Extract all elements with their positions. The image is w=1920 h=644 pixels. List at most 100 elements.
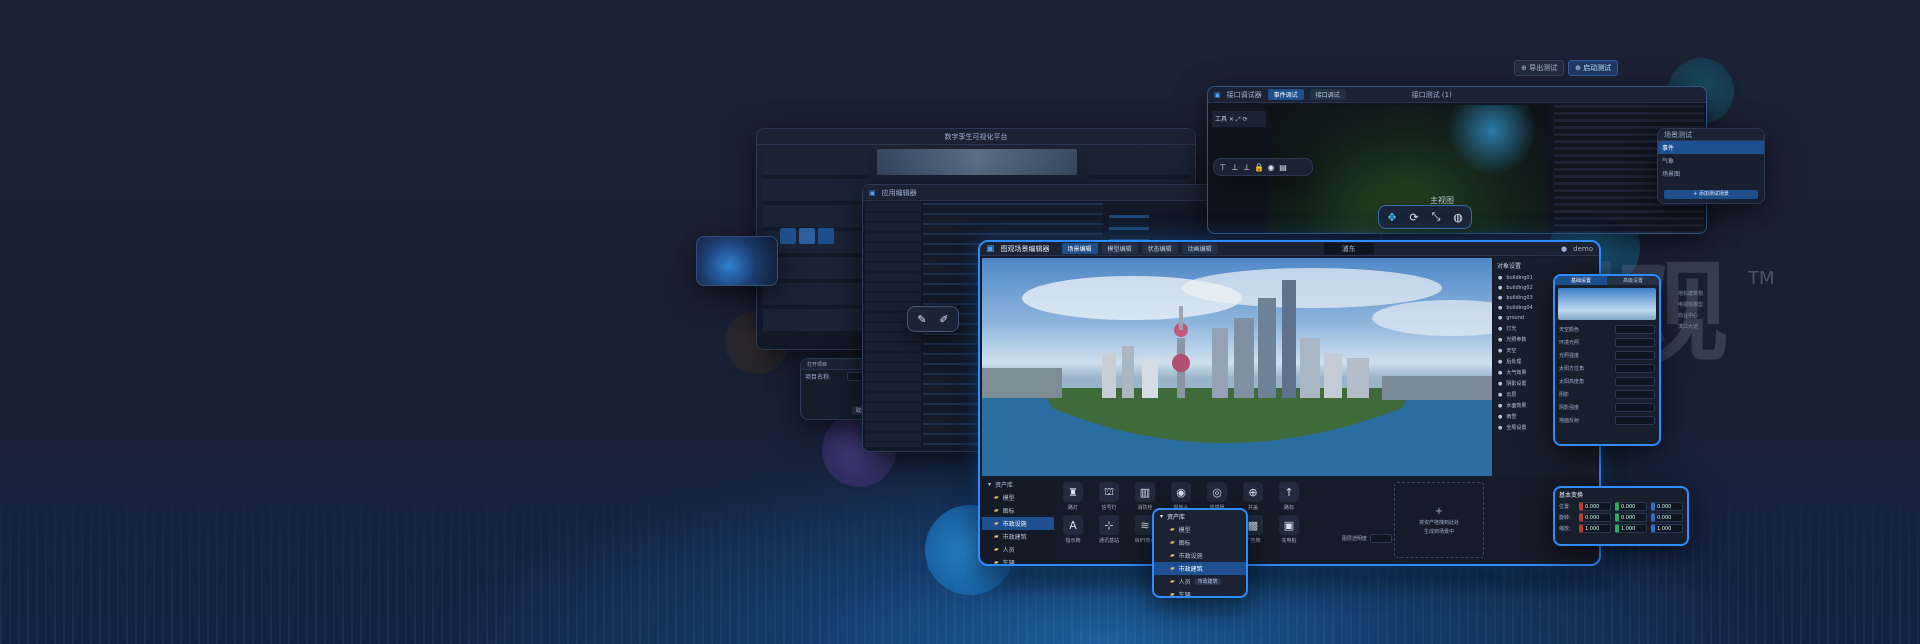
property-row: 阴影强度 xyxy=(1555,401,1659,414)
start-test-button[interactable]: ⊕ 启动测试 xyxy=(1568,60,1619,76)
main-tab[interactable]: 模型编辑 xyxy=(1101,243,1138,254)
object-dot-icon: ● xyxy=(1498,315,1503,321)
transform-y-field[interactable]: 1.000 xyxy=(1615,524,1647,533)
asset-tree-item[interactable]: ▰ 模型 xyxy=(982,491,1054,504)
test-scene-item[interactable]: 事件 xyxy=(1658,141,1764,154)
popup-tree-item[interactable]: ▰ 车辆 xyxy=(1154,588,1246,596)
transform-row: 旋转: 0.000 0.000 0.000 xyxy=(1555,512,1687,523)
lock-icon[interactable]: 🔒 xyxy=(1254,162,1264,172)
transform-y-field[interactable]: 0.000 xyxy=(1615,513,1647,522)
pen-icon[interactable]: ✐ xyxy=(935,310,953,328)
props-list-item[interactable]: 电视塔模型 xyxy=(1678,299,1748,310)
user-name[interactable]: demo xyxy=(1573,245,1593,253)
transform-label: 旋转: xyxy=(1559,515,1571,521)
test-scene-item[interactable]: 场景图 xyxy=(1658,167,1764,180)
mini-tool-1[interactable] xyxy=(780,228,796,244)
asset-item[interactable]: ▣ 充电桩 xyxy=(1274,515,1304,544)
tower-2 xyxy=(1282,280,1296,398)
move-icon[interactable]: ✥ xyxy=(1383,208,1401,226)
add-test-scene-button[interactable]: + 添加测试场景 xyxy=(1664,190,1758,199)
export-test-button[interactable]: ⊕ 导出测试 xyxy=(1514,60,1565,76)
property-row: 地面反射 xyxy=(1555,414,1659,427)
asset-item[interactable]: ⊕ 井盖 xyxy=(1238,482,1268,511)
property-field[interactable] xyxy=(1615,364,1655,373)
scale-icon[interactable]: ⤡ xyxy=(1427,208,1445,226)
popup-tree-item[interactable]: ▰ 图标 xyxy=(1154,536,1246,549)
transform-label: 位置: xyxy=(1559,504,1571,510)
asset-item[interactable]: A 指示牌 xyxy=(1058,515,1088,544)
asset-tree-item[interactable]: ▰ 人员 xyxy=(982,543,1054,556)
mini-tool-2[interactable] xyxy=(799,228,815,244)
test-scene-item[interactable]: 气象 xyxy=(1658,154,1764,167)
property-field[interactable] xyxy=(1615,390,1655,399)
asset-item[interactable]: ◉摄像头 xyxy=(1166,482,1196,511)
dashboard-title: 数字孪生可视化平台 xyxy=(944,132,1008,141)
align-top-icon[interactable]: ⊤ xyxy=(1218,162,1228,172)
asset-item[interactable]: ⊹ 通讯基站 xyxy=(1094,515,1124,544)
props-list-item[interactable]: 商业中心 xyxy=(1678,310,1748,321)
property-field[interactable] xyxy=(1615,338,1655,347)
tab-api-debug[interactable]: 接口调试 xyxy=(1309,89,1346,100)
object-dot-icon: ● xyxy=(1498,336,1503,343)
asset-item[interactable]: ⛫ 信号灯 xyxy=(1094,482,1124,511)
align-bottom-icon[interactable]: ⊥ xyxy=(1242,162,1252,172)
property-field[interactable] xyxy=(1615,325,1655,334)
scene-properties-tabs: 基础设置 高级设置 xyxy=(1555,276,1659,285)
transform-x-field[interactable]: 0.000 xyxy=(1579,513,1611,522)
opacity-field[interactable] xyxy=(1370,534,1393,543)
asset-item[interactable]: ◎传感器 xyxy=(1202,482,1232,511)
building-f xyxy=(1300,338,1320,398)
transform-rows: 位置: 0.000 0.000 0.000 旋转: 0.000 0.000 0.000 缩放: 1… xyxy=(1555,501,1687,534)
props-list-item[interactable]: 滨江大道 xyxy=(1678,321,1748,332)
align-middle-icon[interactable]: ⊥ xyxy=(1230,162,1240,172)
rotate-icon[interactable]: ⟳ xyxy=(1405,208,1423,226)
city-scene-svg xyxy=(982,268,1492,476)
tab-event-debug[interactable]: 事件调试 xyxy=(1267,89,1304,100)
property-field[interactable] xyxy=(1615,403,1655,412)
transform-z-field[interactable]: 0.000 xyxy=(1651,513,1683,522)
props-list-item[interactable]: 地标建筑物 xyxy=(1678,288,1748,299)
folder-icon: ▰ xyxy=(994,533,999,540)
object-dot-icon: ● xyxy=(1498,295,1503,301)
heatmap-thumbnail[interactable] xyxy=(696,236,778,286)
camera-icon[interactable]: ◍ xyxy=(1449,208,1467,226)
popup-tree-item[interactable]: ▰ 市政设施 xyxy=(1154,549,1246,562)
asset-item[interactable]: ↑ 路标 xyxy=(1274,482,1304,511)
folder-icon: ▰ xyxy=(1170,539,1175,546)
mini-tool-3[interactable] xyxy=(818,228,834,244)
asset-icon: ◎ xyxy=(1207,482,1227,502)
property-label: 太阳高度角 xyxy=(1559,379,1585,385)
transform-z-field[interactable]: 0.000 xyxy=(1651,502,1683,511)
asset-item[interactable]: ▥ 消防栓 xyxy=(1130,482,1160,511)
main-tab[interactable]: 状态编辑 xyxy=(1141,243,1178,254)
popup-tree-item[interactable]: ▰ 模型 xyxy=(1154,523,1246,536)
asset-tree-item[interactable]: ▰ 市政建筑 xyxy=(982,530,1054,543)
tab-advanced-settings[interactable]: 高级设置 xyxy=(1607,276,1659,285)
eye-icon[interactable]: ◉ xyxy=(1266,162,1276,172)
transform-z-field[interactable]: 1.000 xyxy=(1651,524,1683,533)
asset-tree-item[interactable]: ▰ 图标 xyxy=(982,504,1054,517)
asset-drop-zone[interactable]: + 将资产拖拽到此处 生成到场景中 xyxy=(1394,482,1484,558)
tab-basic-settings[interactable]: 基础设置 xyxy=(1555,276,1607,285)
property-field[interactable] xyxy=(1615,351,1655,360)
popup-tree-item[interactable]: ▰ 市政建筑 xyxy=(1154,562,1246,575)
asset-item[interactable]: ♜ 路灯 xyxy=(1058,482,1088,511)
3d-viewport[interactable] xyxy=(982,258,1492,476)
main-tab[interactable]: 场景编辑 xyxy=(1061,243,1098,254)
transform-y-field[interactable]: 0.000 xyxy=(1615,502,1647,511)
property-field[interactable] xyxy=(1615,377,1655,386)
asset-tree-item[interactable]: ▰ 车辆 xyxy=(982,556,1054,564)
brush-icon[interactable]: ✎ xyxy=(913,310,931,328)
popup-tree-item[interactable]: ▰ 人员 市政建筑 xyxy=(1154,575,1246,588)
asset-tree-item[interactable]: ▰ 市政设施 xyxy=(982,517,1054,530)
main-tab[interactable]: 动画编辑 xyxy=(1181,243,1218,254)
trash-icon[interactable]: ▤ xyxy=(1278,162,1288,172)
transform-x-field[interactable]: 1.000 xyxy=(1579,524,1611,533)
asset-icon: ♜ xyxy=(1063,482,1083,502)
property-field[interactable] xyxy=(1615,416,1655,425)
transform-x-field[interactable]: 0.000 xyxy=(1579,502,1611,511)
user-avatar-icon[interactable]: ● xyxy=(1561,245,1567,253)
object-dot-icon: ● xyxy=(1498,380,1503,387)
test-scene-popup: 场景测试 事件 气象 场景图 + 添加测试场景 xyxy=(1657,128,1765,204)
property-label: 阴影 xyxy=(1559,392,1570,398)
